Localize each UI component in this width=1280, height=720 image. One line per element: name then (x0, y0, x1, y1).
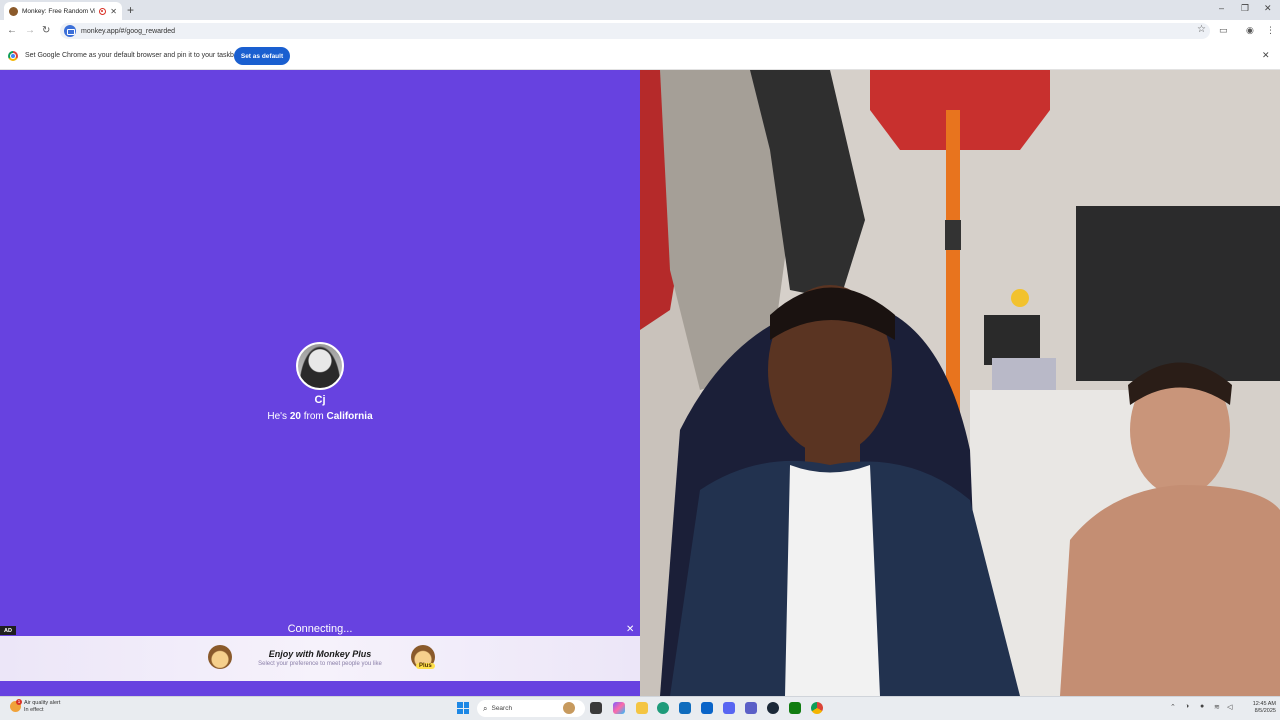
match-info-prefix: He's (267, 411, 288, 422)
match-panel: Cj He's 20 from California Connecting...… (0, 70, 640, 696)
recording-indicator-icon (99, 7, 107, 15)
ad-label: AD (0, 626, 16, 635)
xbox-icon[interactable] (789, 702, 801, 714)
tv-decor (1076, 206, 1280, 381)
match-name: Cj (314, 394, 326, 406)
back-button[interactable]: ← (7, 24, 17, 38)
match-avatar (296, 342, 344, 390)
cast-icon[interactable]: ▭ (1219, 25, 1228, 36)
default-browser-infobar: Set Google Chrome as your default browse… (0, 42, 1280, 70)
microphone-icon[interactable]: ● (1200, 703, 1204, 710)
match-from-word: from (303, 411, 324, 422)
bookmark-star-icon[interactable]: ☆ (1197, 24, 1206, 35)
url-text[interactable]: monkey.app/#/goog_rewarded (81, 28, 175, 35)
wifi-icon[interactable]: ≋ (1214, 703, 1220, 711)
camera-scene (640, 70, 1280, 696)
forward-button[interactable]: → (25, 24, 35, 38)
windows-start-icon[interactable] (457, 702, 469, 714)
match-info: He's 20 from California (200, 411, 440, 422)
infobar-message: Set Google Chrome as your default browse… (25, 52, 241, 59)
vpn-icon[interactable]: ◑ (1185, 703, 1189, 710)
tab-close-icon[interactable]: ✕ (110, 7, 117, 16)
browser-tab[interactable]: Monkey: Free Random Vid ✕ (4, 2, 122, 20)
connection-status: Connecting... (287, 623, 353, 635)
minimize-button[interactable]: – (1219, 3, 1224, 13)
tab-title: Monkey: Free Random Vid (22, 7, 96, 15)
ad-subtitle: Select your preference to meet people yo… (258, 661, 382, 667)
match-age: 20 (289, 411, 301, 422)
copilot-icon[interactable] (613, 702, 625, 714)
ad-close-icon[interactable]: ✕ (626, 624, 634, 635)
address-bar[interactable]: monkey.app/#/goog_rewarded ☆ (60, 23, 1210, 39)
volume-icon[interactable]: ◁ (1227, 703, 1232, 711)
infobar-close-icon[interactable]: ✕ (1262, 50, 1270, 61)
discord-icon[interactable] (723, 702, 735, 714)
chrome-logo-icon (8, 51, 18, 61)
reload-button[interactable]: ↻ (42, 24, 50, 38)
monkey-favicon-icon (9, 6, 18, 16)
weather-line-2: In effect (24, 707, 44, 713)
chrome-icon[interactable] (811, 702, 823, 714)
window-close-button[interactable]: ✕ (1264, 3, 1272, 14)
weather-line-1: Air quality alert (24, 700, 61, 706)
weather-badge: 1 (16, 699, 22, 705)
system-clock[interactable]: 12:45 AM 8/5/2025 (1240, 701, 1276, 715)
plus-badge: Plus (416, 663, 435, 669)
store-icon[interactable] (679, 702, 691, 714)
weather-widget[interactable]: 1 Air quality alert In effect (10, 699, 80, 714)
video-feed (640, 70, 1280, 696)
ad-title: Enjoy with Monkey Plus (268, 649, 372, 659)
browser-toolbar: ← → ↻ monkey.app/#/goog_rewarded ☆ ▭ ◉ ⋮ (0, 20, 1280, 42)
set-as-default-button[interactable]: Set as default (234, 47, 290, 65)
edge-icon[interactable] (657, 702, 669, 714)
widgets-icon[interactable] (563, 702, 575, 714)
search-icon: ⌕ (483, 703, 488, 713)
outlook-icon[interactable] (701, 702, 713, 714)
steam-icon[interactable] (767, 702, 779, 714)
taskbar-search-placeholder: Search (491, 705, 513, 712)
windows-taskbar: 1 Air quality alert In effect ⌕ Search ⌃… (0, 696, 1280, 720)
tab-strip: Monkey: Free Random Vid ✕ + – ❐ ✕ (0, 0, 1280, 20)
profile-icon[interactable]: ◉ (1246, 25, 1254, 36)
teams-icon[interactable] (745, 702, 757, 714)
clock-time: 12:45 AM (1252, 701, 1276, 707)
tray-overflow-icon[interactable]: ⌃ (1170, 703, 1176, 711)
folder-icon[interactable] (636, 702, 648, 714)
more-menu-icon[interactable]: ⋮ (1266, 25, 1275, 36)
restore-button[interactable]: ❐ (1241, 3, 1249, 14)
new-tab-button[interactable]: + (127, 3, 134, 17)
task-view-icon[interactable] (590, 702, 602, 714)
clock-date: 8/5/2025 (1254, 708, 1276, 714)
match-location: California (326, 411, 373, 422)
site-info-icon[interactable] (64, 25, 76, 37)
ad-banner[interactable]: Enjoy with Monkey Plus Select your prefe… (0, 636, 640, 681)
